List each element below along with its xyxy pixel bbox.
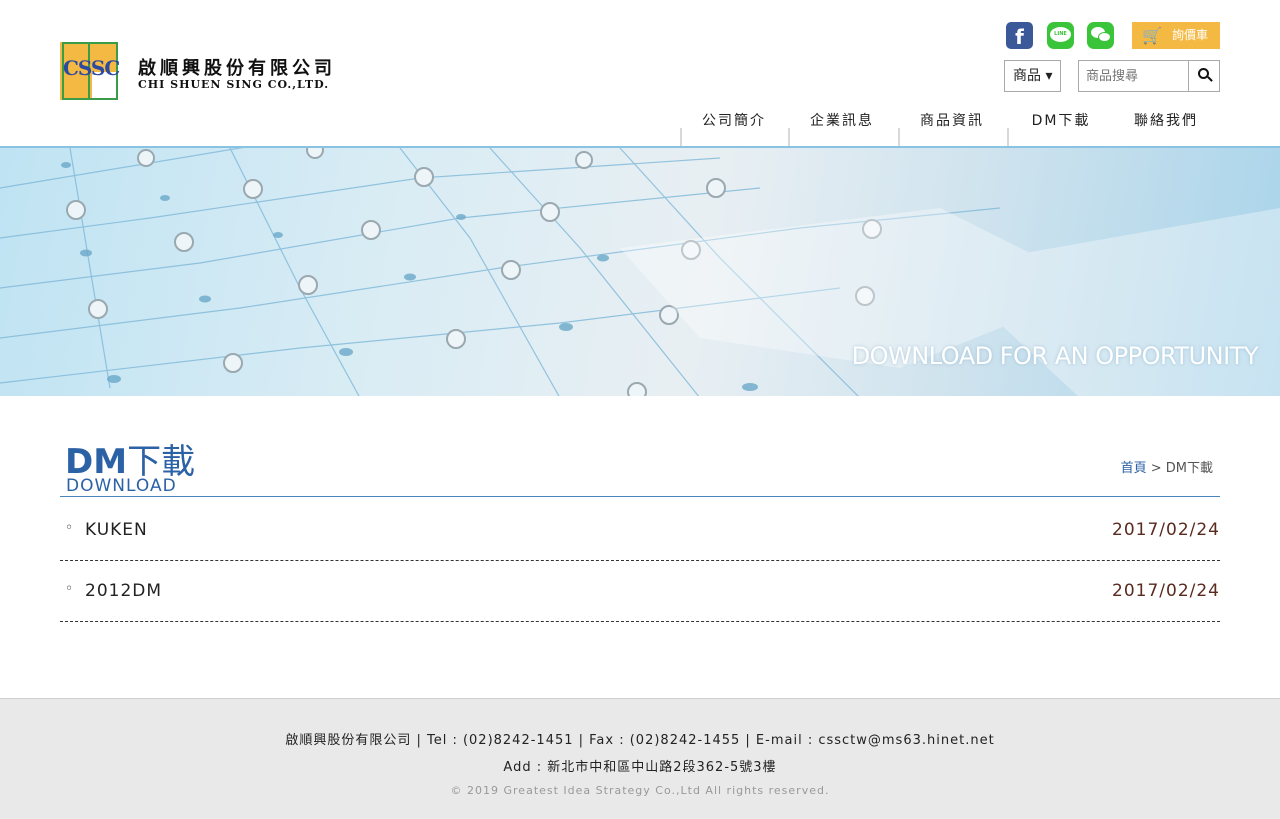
list-item[interactable]: ◦ 2012DM 2017/02/24 [60,561,1220,622]
footer-address: Add : 新北市中和區中山路2段362-5號3樓 [503,760,777,775]
company-name-en: CHI SHUEN SING CO.,LTD. [138,78,330,91]
company-logo[interactable]: CSSC 啟順興股份有限公司 CHI SHUEN SING CO.,LTD. [60,42,350,102]
company-name-cn: 啟順興股份有限公司 [138,58,336,79]
inquiry-cart-button[interactable]: 🛒 詢價車 [1132,22,1220,49]
hero-banner: DOWNLOAD FOR AN OPPORTUNITY [0,146,1280,396]
banner-tagline: DOWNLOAD FOR AN OPPORTUNITY [851,342,1259,370]
line-icon-label: LINE [1050,27,1071,42]
list-bullet: ◦ [65,520,74,536]
list-item-title[interactable]: 2012DM [85,581,162,601]
nav-item-dm-download[interactable]: DM下載 [1007,100,1115,146]
logo-mark: CSSC [60,42,120,102]
list-item-title[interactable]: KUKEN [85,520,148,540]
list-item[interactable]: ◦ KUKEN 2017/02/24 [60,500,1220,561]
list-item-date: 2017/02/24 [1112,581,1220,601]
line-icon[interactable]: LINE [1047,22,1074,49]
breadcrumb-separator: > [1146,461,1166,476]
category-select[interactable]: 商品 ▾ [1004,60,1061,92]
nav-label: 聯絡我們 [1134,113,1198,129]
cart-icon: 🛒 [1142,26,1162,45]
site-header: CSSC 啟順興股份有限公司 CHI SHUEN SING CO.,LTD. f… [0,0,1280,146]
facebook-icon[interactable]: f [1006,22,1033,49]
page-heading: DM下載 DOWNLOAD 首頁 > DM下載 [60,432,1220,497]
breadcrumb-current: DM下載 [1165,461,1213,476]
page-subtitle: DOWNLOAD [66,476,177,496]
dm-download-list: ◦ KUKEN 2017/02/24 ◦ 2012DM 2017/02/24 [60,500,1220,622]
site-footer: 啟順興股份有限公司 | Tel : (02)8242-1451 | Fax : … [0,698,1280,819]
search-input[interactable] [1079,61,1188,91]
list-item-date: 2017/02/24 [1112,520,1220,540]
breadcrumb: 首頁 > DM下載 [1121,457,1213,476]
inquiry-cart-label: 詢價車 [1172,28,1209,42]
nav-label: DM下載 [1031,113,1091,129]
footer-copyright: © 2019 Greatest Idea Strategy Co.,Ltd Al… [450,784,830,797]
nav-label: 商品資訊 [920,113,984,129]
wechat-icon[interactable] [1087,22,1114,49]
logo-mark-text: CSSC [63,56,120,80]
nav-item-products[interactable]: 商品資訊 [898,100,1006,146]
footer-contact: 啟順興股份有限公司 | Tel : (02)8242-1451 | Fax : … [285,733,995,748]
list-bullet: ◦ [65,581,74,597]
search-button[interactable] [1188,61,1219,91]
nav-item-contact[interactable]: 聯絡我們 [1112,100,1220,146]
breadcrumb-home-link[interactable]: 首頁 [1121,461,1147,476]
nav-label: 企業訊息 [810,113,874,129]
nav-item-about[interactable]: 公司簡介 [680,100,788,146]
nav-item-news[interactable]: 企業訊息 [788,100,896,146]
search-box [1078,60,1220,92]
nav-label: 公司簡介 [702,113,766,129]
